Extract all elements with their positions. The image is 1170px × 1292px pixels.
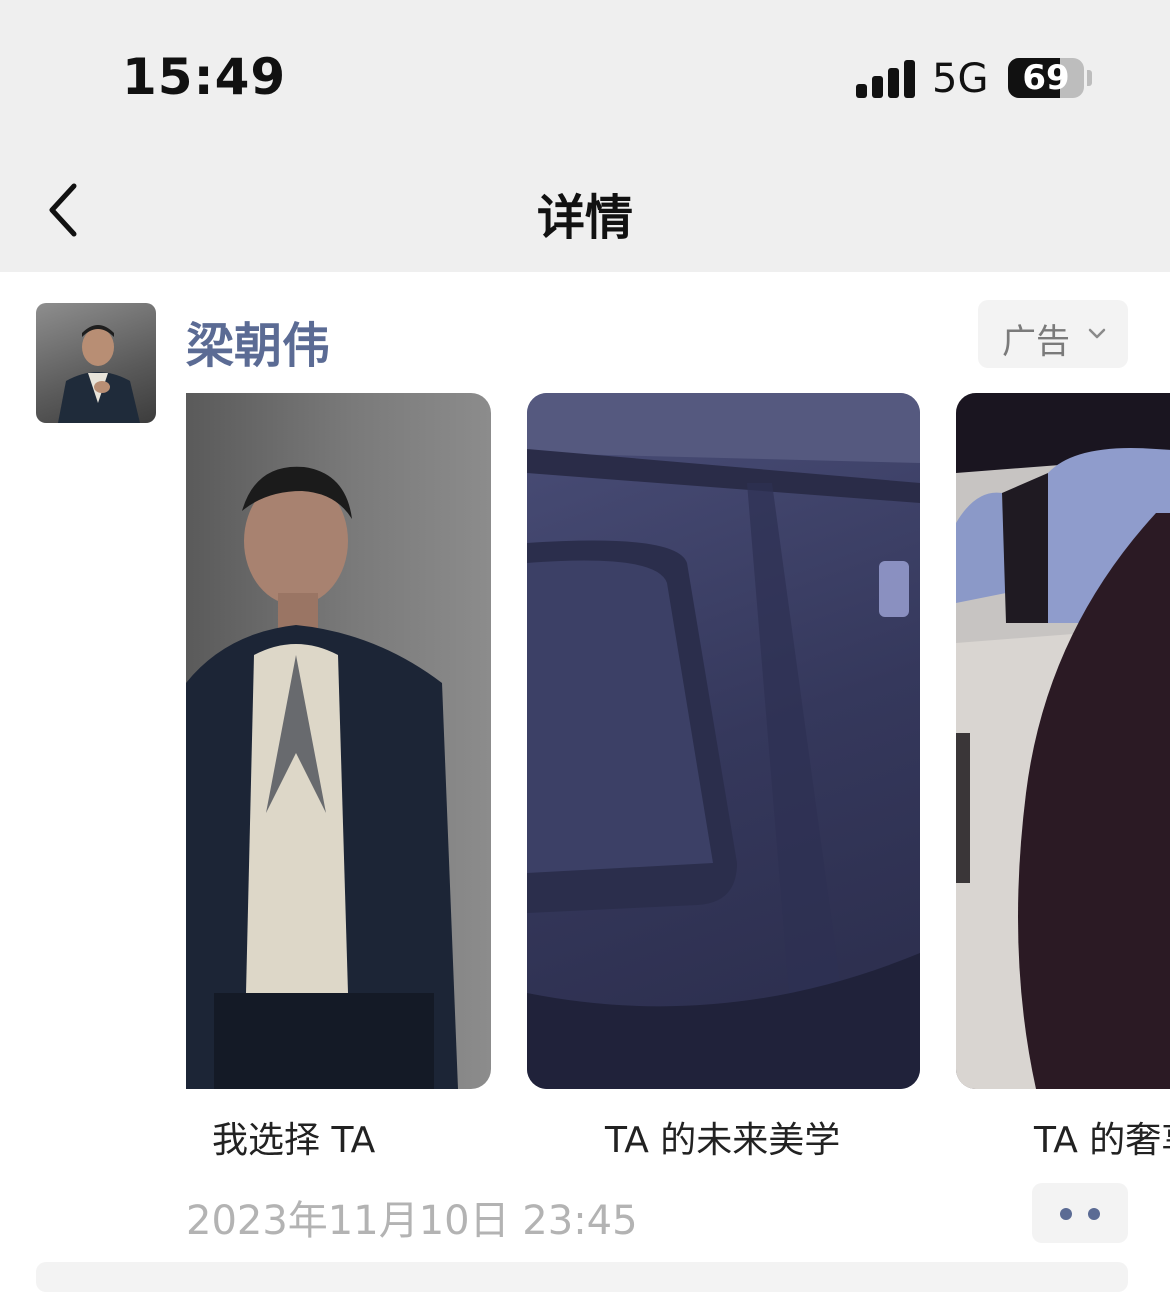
comment-area (36, 1262, 1128, 1292)
page-title: 详情 (536, 190, 633, 246)
battery-percent: 69 (1022, 58, 1070, 98)
card-caption: TA 的未来美学 (605, 1120, 841, 1161)
status-bar: 15:49 5G 69 (0, 0, 1170, 150)
card-caption: TA 的奢享 (1034, 1120, 1170, 1161)
battery-icon: 69 (1008, 58, 1084, 98)
battery-tip (1087, 70, 1092, 86)
status-time: 15:49 (122, 48, 287, 106)
ad-label: 广告 (1002, 322, 1070, 362)
card-image-car-interior[interactable] (956, 393, 1170, 1089)
more-actions-button[interactable] (1032, 1183, 1128, 1243)
card-caption: 我选择 TA (212, 1120, 376, 1161)
ad-card-carousel[interactable]: 我选择 TA TA 的未来美学 TA 的奢 (186, 393, 1170, 1173)
ad-menu-button[interactable]: 广告 (978, 300, 1128, 368)
signal-icon (856, 58, 916, 98)
card-image-portrait[interactable] (186, 393, 491, 1089)
avatar[interactable] (36, 303, 156, 423)
post-timestamp: 2023年11月10日 23:45 (186, 1198, 638, 1244)
chevron-down-icon (1088, 328, 1106, 339)
network-type: 5G (932, 56, 989, 102)
avatar-portrait (58, 325, 140, 423)
card-image-car-detail[interactable] (527, 393, 920, 1089)
username-link[interactable]: 梁朝伟 (186, 306, 330, 376)
nav-bar: 详情 (0, 150, 1170, 272)
